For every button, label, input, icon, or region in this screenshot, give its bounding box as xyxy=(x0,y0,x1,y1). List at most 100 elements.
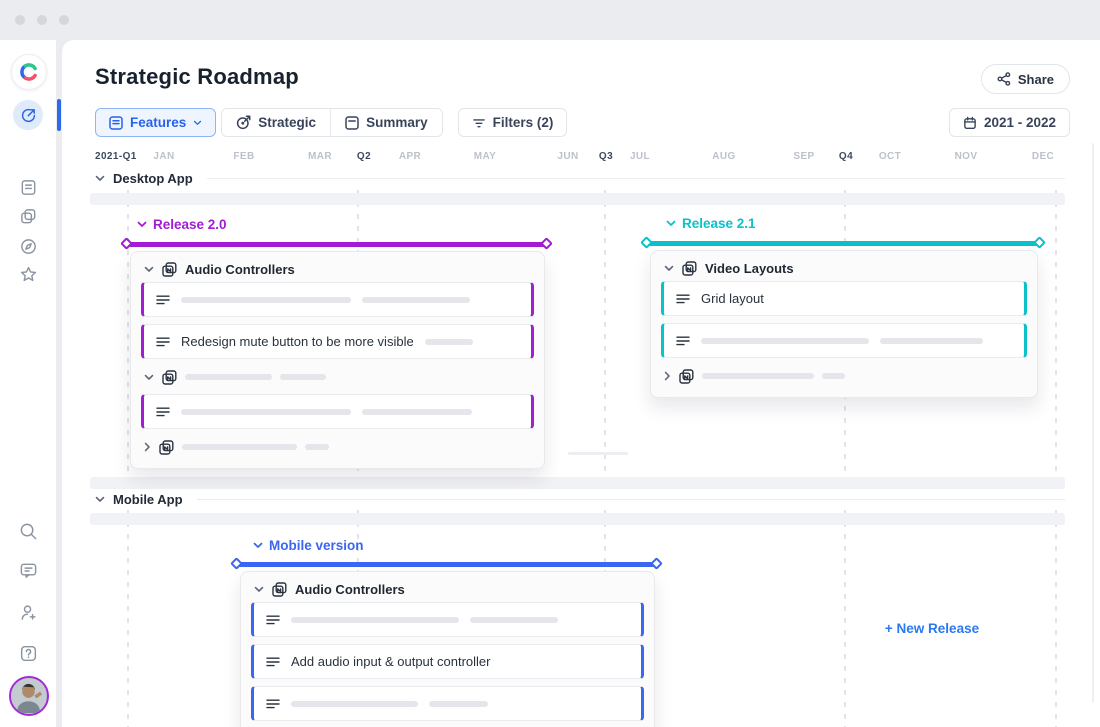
group-stack-icon xyxy=(679,369,694,384)
calendar-icon xyxy=(963,116,977,130)
lane-header-mobile[interactable]: Mobile App xyxy=(95,492,1065,507)
filters-button[interactable]: Filters (2) xyxy=(458,108,568,137)
timeline-label: JUL xyxy=(630,151,650,162)
sidebar-item-items[interactable] xyxy=(13,201,43,231)
group-header[interactable]: Audio Controllers xyxy=(241,572,654,602)
timeline-label: MAY xyxy=(474,151,497,162)
chevron-down-icon xyxy=(95,175,105,182)
sidebar-item-help[interactable] xyxy=(13,638,43,668)
release-panel: Video Layouts Grid layout xyxy=(650,250,1038,398)
timeline-label: Q4 xyxy=(839,151,853,162)
release-name: Mobile version xyxy=(269,538,364,553)
timeline-label: MAR xyxy=(308,151,332,162)
feature-lines-icon xyxy=(156,294,170,306)
group-header[interactable]: Audio Controllers xyxy=(131,252,544,282)
feature-lines-icon xyxy=(266,614,280,626)
placeholder-bar xyxy=(880,338,983,344)
placeholder-bar xyxy=(280,374,326,380)
collapsed-row xyxy=(90,513,1065,525)
feature-lines-icon xyxy=(676,293,690,305)
group-row[interactable] xyxy=(651,365,1037,387)
sidebar-item-search[interactable] xyxy=(13,516,43,546)
date-range-button[interactable]: 2021 - 2022 xyxy=(949,108,1070,137)
feature-card[interactable]: Grid layout xyxy=(661,281,1027,316)
group-title: Audio Controllers xyxy=(295,582,405,597)
placeholder-bar xyxy=(181,297,351,303)
placeholder-bar xyxy=(362,297,470,303)
craft-logo[interactable] xyxy=(11,54,47,90)
chevron-down-icon xyxy=(193,120,202,126)
sidebar-item-roadmap[interactable] xyxy=(13,100,43,130)
help-icon xyxy=(19,644,38,663)
board-icon xyxy=(109,116,123,130)
placeholder-bar xyxy=(362,409,472,415)
group-stack-icon xyxy=(159,440,174,455)
feature-lines-icon xyxy=(266,656,280,668)
feature-title: Redesign mute button to be more visible xyxy=(181,334,414,349)
placeholder-bar xyxy=(822,373,845,379)
feature-card[interactable]: Redesign mute button to be more visible xyxy=(141,324,534,359)
feature-card[interactable] xyxy=(661,323,1027,358)
feature-card[interactable] xyxy=(251,686,644,721)
window-titlebar xyxy=(0,0,1100,40)
collapsed-row xyxy=(90,193,1065,205)
lane-header-desktop[interactable]: Desktop App xyxy=(95,171,1065,186)
group-title: Audio Controllers xyxy=(185,262,295,277)
notes-icon xyxy=(19,178,38,197)
window-maximize-button[interactable] xyxy=(59,15,69,25)
release-toggle[interactable]: Release 2.0 xyxy=(137,217,227,232)
user-avatar[interactable] xyxy=(9,676,49,716)
features-view-button[interactable]: Features xyxy=(95,108,216,137)
filter-icon xyxy=(472,116,486,130)
group-stack-icon xyxy=(162,262,177,277)
lane-name: Mobile App xyxy=(113,492,183,507)
group-row[interactable] xyxy=(131,366,544,388)
page-title: Strategic Roadmap xyxy=(95,64,299,90)
feature-card[interactable] xyxy=(251,602,644,637)
timeline-label: SEP xyxy=(793,151,814,162)
feature-card[interactable] xyxy=(141,394,534,429)
release-toggle[interactable]: Release 2.1 xyxy=(666,216,756,231)
release-name: Release 2.0 xyxy=(153,217,227,232)
feature-lines-icon xyxy=(266,698,280,710)
summary-label: Summary xyxy=(366,115,428,130)
sidebar-item-feedback[interactable] xyxy=(13,555,43,585)
placeholder-bar xyxy=(181,409,351,415)
sidebar-item-favorites[interactable] xyxy=(13,259,43,289)
group-header[interactable]: Video Layouts xyxy=(651,251,1037,281)
release-bar[interactable] xyxy=(238,562,655,567)
share-button[interactable]: Share xyxy=(981,64,1070,94)
window-close-button[interactable] xyxy=(15,15,25,25)
placeholder-bar xyxy=(701,338,869,344)
craft-c-icon xyxy=(17,60,41,84)
chevron-down-icon xyxy=(144,374,154,381)
feature-card[interactable]: Add audio input & output controller xyxy=(251,644,644,679)
window-minimize-button[interactable] xyxy=(37,15,47,25)
active-nav-indicator xyxy=(57,99,61,131)
timeline-label: FEB xyxy=(233,151,254,162)
placeholder-bar xyxy=(429,701,488,707)
sidebar-item-notes[interactable] xyxy=(13,172,43,202)
lane-name: Desktop App xyxy=(113,171,193,186)
placeholder-bar xyxy=(425,339,473,345)
release-toggle[interactable]: Mobile version xyxy=(253,538,364,553)
release-bar[interactable] xyxy=(648,241,1038,246)
features-label: Features xyxy=(130,115,186,130)
release-bar[interactable] xyxy=(128,242,545,247)
chevron-down-icon xyxy=(137,221,147,228)
group-row[interactable] xyxy=(131,436,544,458)
strategic-label: Strategic xyxy=(258,115,316,130)
filters-label: Filters (2) xyxy=(493,115,554,130)
feature-card[interactable] xyxy=(141,282,534,317)
sidebar-item-invite-user[interactable] xyxy=(13,597,43,627)
chevron-right-icon xyxy=(664,371,671,381)
placeholder-bar xyxy=(470,617,558,623)
placeholder-bar xyxy=(291,701,418,707)
strategic-view-button[interactable]: Strategic xyxy=(222,109,330,136)
summary-view-button[interactable]: Summary xyxy=(330,109,442,136)
feature-lines-icon xyxy=(676,335,690,347)
goal-icon xyxy=(236,115,251,130)
release-panel: Audio Controllers Add audio input & outp… xyxy=(240,571,655,727)
chevron-down-icon xyxy=(254,586,264,593)
sidebar-item-discover[interactable] xyxy=(13,231,43,261)
